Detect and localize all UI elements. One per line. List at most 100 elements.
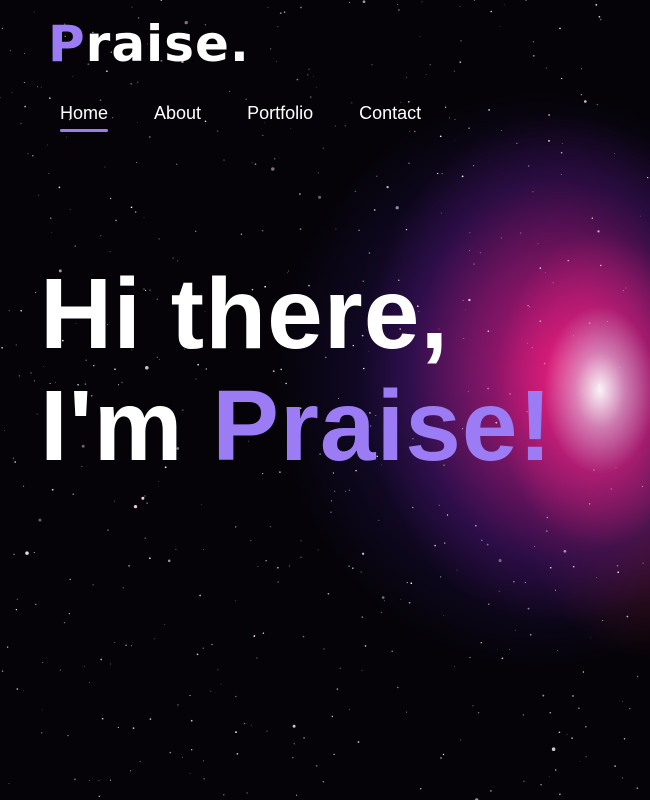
star xyxy=(642,562,644,564)
star xyxy=(503,4,505,6)
nav-link-contact[interactable]: Contact xyxy=(359,102,421,130)
star xyxy=(352,567,354,569)
star xyxy=(279,12,282,14)
star xyxy=(100,658,103,661)
star xyxy=(48,172,50,174)
star xyxy=(615,467,617,469)
star xyxy=(595,4,598,6)
star xyxy=(300,556,302,558)
star xyxy=(11,91,13,93)
star xyxy=(277,26,279,27)
star xyxy=(364,645,367,647)
star xyxy=(292,756,294,759)
star xyxy=(548,114,550,116)
star xyxy=(203,549,204,550)
star xyxy=(617,571,619,573)
star xyxy=(149,718,152,720)
star xyxy=(317,172,319,174)
star xyxy=(607,321,608,322)
star xyxy=(223,793,225,796)
star xyxy=(20,122,22,124)
site-logo[interactable]: Praise. xyxy=(48,14,250,74)
star xyxy=(579,761,581,763)
star xyxy=(376,175,378,177)
star xyxy=(100,235,102,237)
star xyxy=(509,648,510,650)
star xyxy=(414,130,416,133)
star xyxy=(132,727,135,729)
star xyxy=(32,154,34,157)
star xyxy=(610,488,612,490)
star xyxy=(599,18,602,21)
star xyxy=(533,55,535,57)
star xyxy=(596,577,597,579)
star xyxy=(459,61,462,64)
star xyxy=(368,252,371,254)
star xyxy=(477,712,480,714)
star xyxy=(641,485,644,488)
star xyxy=(13,553,15,556)
star xyxy=(405,76,407,78)
star xyxy=(468,127,470,130)
star xyxy=(421,1,423,3)
star xyxy=(439,576,442,578)
star xyxy=(136,162,138,164)
star xyxy=(397,686,399,689)
star xyxy=(529,633,532,636)
star xyxy=(490,10,493,13)
star xyxy=(322,147,325,149)
star xyxy=(74,778,76,781)
star xyxy=(220,683,222,685)
star xyxy=(88,779,90,781)
star xyxy=(420,788,422,790)
nav-link-about[interactable]: About xyxy=(154,102,201,130)
star xyxy=(524,581,526,584)
star xyxy=(176,163,178,165)
star xyxy=(349,709,351,711)
star xyxy=(41,709,43,711)
star xyxy=(315,764,318,767)
star xyxy=(559,27,561,30)
star xyxy=(1,27,4,30)
star xyxy=(276,60,278,62)
star xyxy=(12,457,14,459)
star xyxy=(300,6,302,9)
star xyxy=(348,565,350,567)
star xyxy=(327,592,330,595)
star xyxy=(558,731,561,734)
star xyxy=(51,231,53,233)
star xyxy=(490,790,492,792)
star xyxy=(636,787,639,789)
star xyxy=(582,671,585,673)
star xyxy=(16,598,19,600)
star xyxy=(527,607,530,610)
star xyxy=(175,548,177,550)
star xyxy=(110,663,111,665)
star xyxy=(488,109,490,111)
logo-initial: P xyxy=(48,15,86,73)
star xyxy=(36,413,38,415)
star xyxy=(480,642,483,644)
star xyxy=(15,608,18,611)
star xyxy=(115,219,117,222)
star xyxy=(128,565,130,567)
star xyxy=(578,707,580,710)
star xyxy=(358,229,360,232)
star xyxy=(459,739,462,741)
star xyxy=(525,0,527,1)
star xyxy=(460,40,462,42)
star xyxy=(141,496,145,500)
star xyxy=(8,310,10,312)
star xyxy=(419,35,421,37)
star xyxy=(299,228,302,230)
star xyxy=(42,662,44,664)
star xyxy=(148,136,151,138)
star xyxy=(245,98,247,100)
star xyxy=(177,706,178,708)
star xyxy=(158,238,160,240)
nav-link-portfolio[interactable]: Portfolio xyxy=(247,102,313,130)
nav-link-home[interactable]: Home xyxy=(60,102,109,132)
star xyxy=(400,599,402,600)
star xyxy=(371,64,373,66)
star xyxy=(131,6,133,8)
